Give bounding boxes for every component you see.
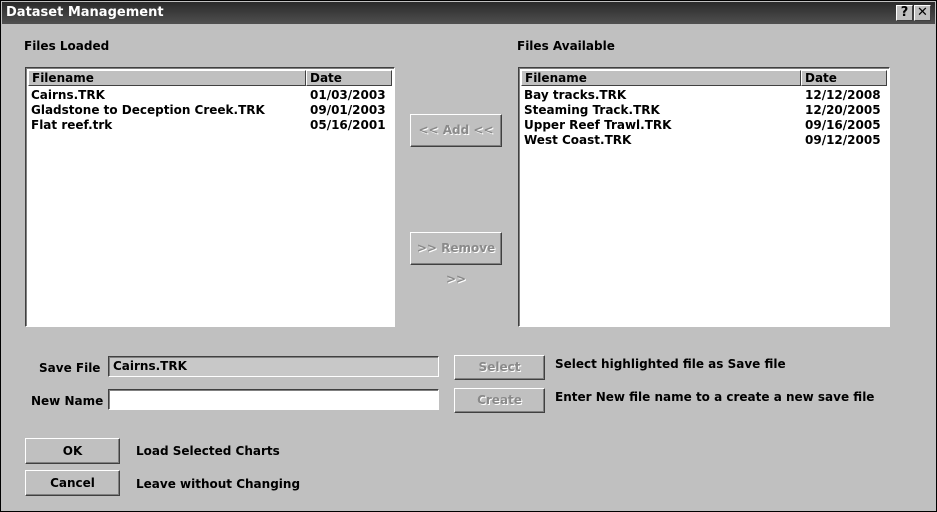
- select-button[interactable]: Select: [454, 355, 545, 380]
- file-date: 12/12/2008: [805, 88, 881, 102]
- files-loaded-heading: Files Loaded: [24, 39, 110, 53]
- save-file-label: Save File: [39, 361, 101, 375]
- available-col-date[interactable]: Date: [801, 70, 887, 86]
- list-item[interactable]: West Coast.TRK 09/12/2005: [521, 133, 885, 148]
- file-date: 09/16/2005: [805, 118, 881, 132]
- title-bar[interactable]: Dataset Management ? ✕: [2, 2, 935, 24]
- create-button[interactable]: Create: [454, 388, 545, 413]
- list-item[interactable]: Gladstone to Deception Creek.TRK 09/01/2…: [28, 103, 390, 118]
- file-date: 09/01/2003: [310, 103, 386, 117]
- help-button[interactable]: ?: [896, 5, 913, 21]
- file-date: 01/03/2003: [310, 88, 386, 102]
- list-item[interactable]: Bay tracks.TRK 12/12/2008: [521, 88, 885, 103]
- file-name: Upper Reef Trawl.TRK: [524, 118, 672, 132]
- file-date: 09/12/2005: [805, 133, 881, 147]
- files-available-heading: Files Available: [517, 39, 615, 53]
- cancel-description: Leave without Changing: [136, 477, 301, 491]
- file-name: West Coast.TRK: [524, 133, 632, 147]
- new-name-input[interactable]: [108, 389, 439, 410]
- remove-button[interactable]: >> Remove >>: [410, 232, 502, 286]
- ok-description: Load Selected Charts: [136, 444, 280, 458]
- new-name-label: New Name: [31, 394, 104, 408]
- dataset-management-dialog: Dataset Management ? ✕ Files Loaded File…: [0, 0, 937, 512]
- file-name: Bay tracks.TRK: [524, 88, 627, 102]
- create-description: Enter New file name to a create a new sa…: [555, 390, 875, 404]
- available-col-filename[interactable]: Filename: [521, 70, 801, 86]
- help-icon: ?: [900, 5, 909, 20]
- file-name: Gladstone to Deception Creek.TRK: [31, 103, 265, 117]
- select-description: Select highlighted file as Save file: [555, 357, 786, 371]
- loaded-col-filename[interactable]: Filename: [28, 70, 306, 86]
- list-item[interactable]: Steaming Track.TRK 12/20/2005: [521, 103, 885, 118]
- files-available-list[interactable]: Filename Date Bay tracks.TRK 12/12/2008 …: [518, 67, 890, 327]
- list-item[interactable]: Upper Reef Trawl.TRK 09/16/2005: [521, 118, 885, 133]
- list-item[interactable]: Flat reef.trk 05/16/2001: [28, 118, 390, 133]
- file-date: 12/20/2005: [805, 103, 881, 117]
- file-name: Flat reef.trk: [31, 118, 113, 132]
- file-name: Cairns.TRK: [31, 88, 105, 102]
- list-item[interactable]: Cairns.TRK 01/03/2003: [28, 88, 390, 103]
- file-date: 05/16/2001: [310, 118, 386, 132]
- ok-button[interactable]: OK: [25, 438, 120, 464]
- close-button[interactable]: ✕: [914, 5, 931, 21]
- cancel-button[interactable]: Cancel: [25, 470, 120, 496]
- save-file-field[interactable]: Cairns.TRK: [108, 356, 439, 377]
- close-icon: ✕: [917, 5, 928, 20]
- window-title: Dataset Management: [6, 5, 164, 20]
- add-button[interactable]: << Add <<: [410, 114, 502, 147]
- files-loaded-list[interactable]: Filename Date Cairns.TRK 01/03/2003 Glad…: [25, 67, 395, 327]
- file-name: Steaming Track.TRK: [524, 103, 660, 117]
- loaded-col-date[interactable]: Date: [306, 70, 392, 86]
